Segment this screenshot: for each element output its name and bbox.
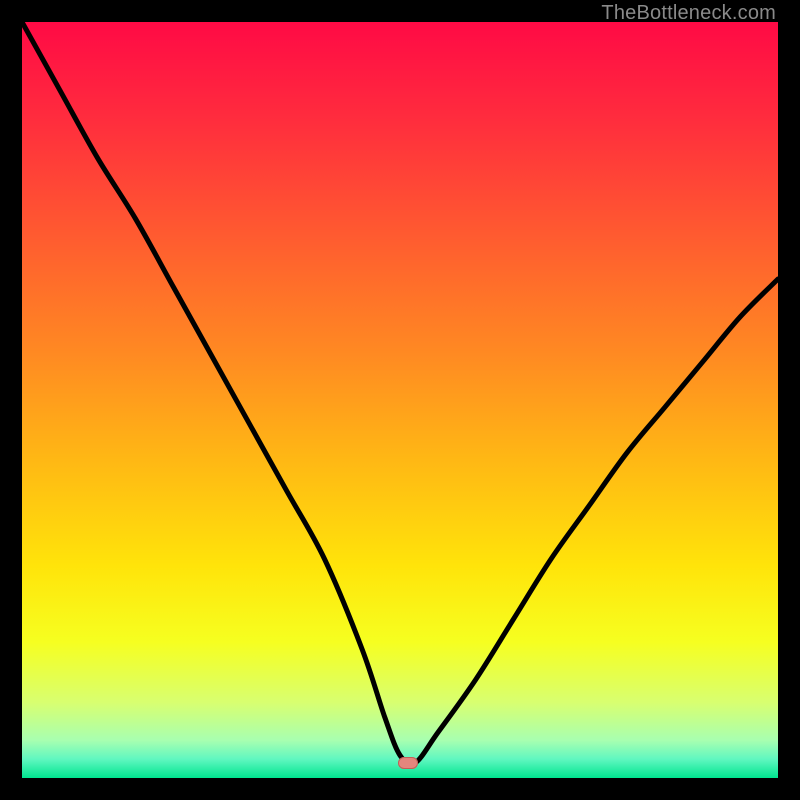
frame: TheBottleneck.com (0, 0, 800, 800)
curve-layer (22, 22, 778, 778)
plot-area (22, 22, 778, 778)
optimal-marker (398, 757, 418, 769)
bottleneck-curve (22, 22, 778, 764)
